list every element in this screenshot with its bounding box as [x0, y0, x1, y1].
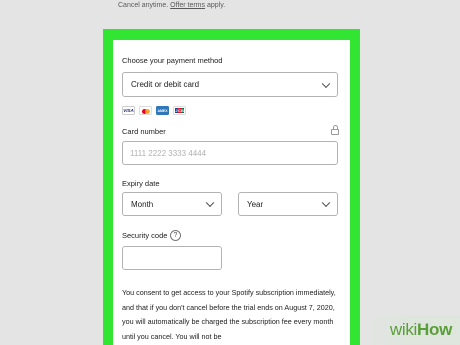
security-code-label: Security code [122, 231, 168, 240]
payment-method-select[interactable]: Credit or debit card [122, 72, 338, 97]
cancel-prefix: Cancel anytime. [118, 2, 171, 9]
card-brand-logos: VISA AMEX JCB [122, 106, 186, 115]
expiry-date-label: Expiry date [122, 179, 160, 188]
lock-icon [331, 125, 339, 135]
offer-terms-link[interactable]: Offer terms [170, 2, 205, 9]
card-number-input[interactable]: 1111 2222 3333 4444 [122, 141, 338, 165]
consent-text: You consent to get access to your Spotif… [122, 288, 336, 341]
visa-icon: VISA [122, 106, 135, 115]
security-code-input[interactable] [122, 246, 222, 270]
expiry-year-select[interactable]: Year [238, 192, 338, 216]
expiry-month-select[interactable]: Month [122, 192, 222, 216]
jcb-icon: JCB [173, 106, 186, 115]
chevron-down-icon [321, 79, 331, 88]
expiry-month-value: Month [131, 199, 154, 209]
chevron-down-icon [205, 198, 215, 208]
payment-method-heading: Choose your payment method [122, 56, 223, 65]
payment-method-value: Credit or debit card [131, 80, 200, 89]
card-number-label: Card number [122, 127, 166, 136]
wikihow-watermark: wikiHow [390, 320, 452, 340]
chevron-down-icon [321, 198, 331, 208]
watermark-how: How [417, 320, 452, 339]
cancel-anytime-text: Cancel anytime. Offer terms apply. [118, 2, 225, 9]
mastercard-icon [139, 106, 152, 115]
expiry-year-value: Year [247, 199, 264, 209]
amex-icon: AMEX [156, 106, 169, 115]
cancel-suffix: apply. [205, 2, 226, 9]
watermark-wiki: wiki [389, 320, 418, 339]
help-icon[interactable]: ? [170, 230, 181, 241]
